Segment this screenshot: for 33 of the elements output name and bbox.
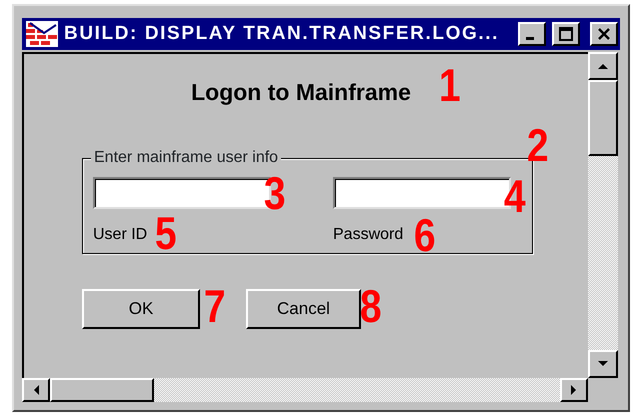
scroll-right-button[interactable] <box>560 378 588 402</box>
field-label: Password <box>333 225 404 245</box>
callout-number: 8 <box>360 283 382 329</box>
callout-number: 7 <box>204 283 226 329</box>
vertical-scrollbar[interactable] <box>588 52 618 378</box>
minimize-icon <box>526 37 534 40</box>
scroll-thumb[interactable] <box>50 378 154 402</box>
left-arrow-icon <box>32 384 40 396</box>
maximize-icon <box>559 27 573 41</box>
scroll-thumb[interactable] <box>588 80 618 156</box>
brick-wall-icon <box>26 21 58 47</box>
ok-button[interactable]: OK <box>82 289 200 329</box>
horizontal-scrollbar[interactable] <box>22 378 588 402</box>
cancel-button[interactable]: Cancel <box>246 289 361 329</box>
up-arrow-icon <box>597 62 609 70</box>
close-icon <box>597 27 611 41</box>
close-button[interactable] <box>590 22 618 46</box>
callout-number: 5 <box>154 210 177 256</box>
callout-number: 3 <box>264 170 286 216</box>
right-arrow-icon <box>570 384 578 396</box>
callout-number: 4 <box>504 173 526 219</box>
maximize-button[interactable] <box>552 22 580 46</box>
scroll-up-button[interactable] <box>588 52 618 80</box>
callout-number: 1 <box>438 62 461 108</box>
minimize-button[interactable] <box>518 22 546 46</box>
dialog-heading: Logon to Mainframe <box>191 78 411 106</box>
window-title: BUILD: DISPLAY TRAN.TRANSFER.LOG... <box>64 22 500 46</box>
down-arrow-icon <box>597 360 609 368</box>
field-label: User ID <box>93 225 148 245</box>
callout-number: 2 <box>526 122 549 168</box>
scroll-down-button[interactable] <box>588 350 618 378</box>
scroll-left-button[interactable] <box>22 378 50 402</box>
callout-number: 6 <box>414 212 436 258</box>
